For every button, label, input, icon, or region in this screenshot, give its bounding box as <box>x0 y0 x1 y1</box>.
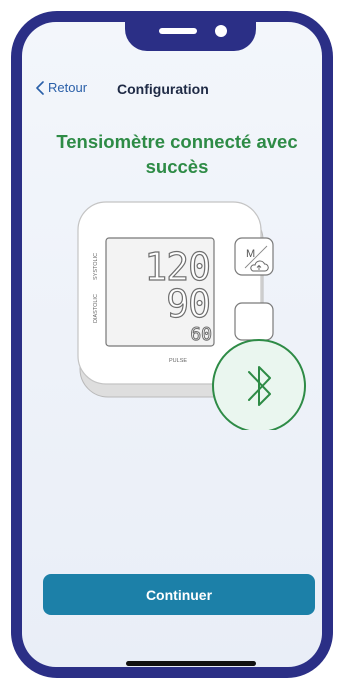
phone-notch <box>125 11 256 51</box>
pulse-reading: 60 <box>190 324 212 345</box>
diastolic-reading: 90 <box>166 282 210 326</box>
pulse-label: PULSE <box>169 358 187 364</box>
back-button-label: Retour <box>48 80 88 95</box>
success-headline: Tensiomètre connecté avec succès <box>56 131 298 177</box>
app-screen: Retour Configuration Tensiomètre connect… <box>22 22 322 667</box>
front-camera <box>215 25 227 37</box>
systolic-label: SYSTOLIC <box>93 253 99 280</box>
blood-pressure-monitor-illustration: SYSTOLIC DIASTOLIC 120 90 60 PULSE M <box>77 201 306 430</box>
navigation-bar: Retour Configuration <box>22 78 322 108</box>
bluetooth-icon <box>212 339 306 430</box>
diastolic-label: DIASTOLIC <box>93 294 99 323</box>
back-button[interactable]: Retour <box>36 80 87 95</box>
chevron-left-icon <box>36 80 44 95</box>
speaker-grill <box>159 28 197 34</box>
memory-button-label: M <box>246 248 255 260</box>
page-title: Configuration <box>117 81 209 97</box>
continue-button[interactable]: Continuer <box>43 574 315 615</box>
home-indicator <box>126 661 256 666</box>
